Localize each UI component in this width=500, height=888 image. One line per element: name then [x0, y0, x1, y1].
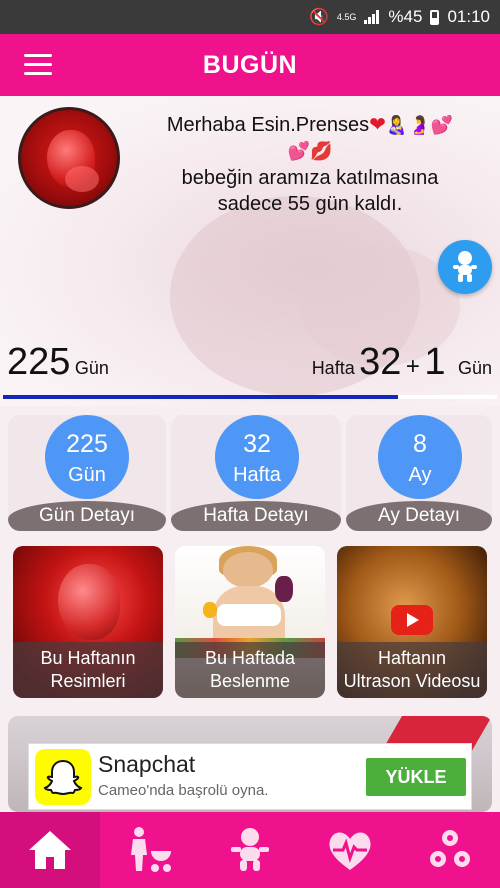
network-type: 4.5G [336, 11, 357, 22]
pepper-picture [203, 602, 217, 618]
settings-icon [430, 830, 470, 867]
day-detail-card[interactable]: 225 Gün Gün Detayı [8, 415, 166, 531]
month-detail-label: Ay Detayı [346, 501, 492, 531]
weeks-count: 32 [359, 341, 402, 383]
week-label: Hafta [311, 358, 355, 378]
home-icon [29, 831, 71, 869]
hero-section: Merhaba Esin.Prenses❤👩‍🍼🤰💕 💕💋 bebeğin ar… [0, 96, 500, 406]
week-unit: Hafta [233, 464, 281, 486]
snapchat-ad[interactable]: Snapchat Cameo'nda başrolü oyna. YÜKLE [28, 743, 472, 810]
greeting-emojis-2: 💕💋 [287, 141, 333, 162]
clock: 01:10 [447, 7, 490, 26]
battery-icon [430, 9, 440, 25]
baby-icon [453, 251, 477, 282]
month-circle: 8 Ay [378, 415, 462, 499]
weekly-nutrition-tile[interactable]: Bu Haftada Beslenme [175, 546, 325, 698]
days-unit: Gün [74, 358, 109, 378]
hamburger-menu-icon[interactable] [24, 54, 52, 76]
days-count: 225 [7, 341, 71, 383]
woman-photo-top [217, 604, 281, 626]
greeting-emojis: 👩‍🍼🤰💕 [385, 115, 454, 136]
countdown-line-2: sadece 55 gün kaldı. [217, 193, 403, 215]
fetus-avatar[interactable] [18, 107, 120, 209]
day-value: 225 [66, 430, 108, 458]
pregnancy-progress-bar [3, 395, 497, 399]
nav-settings[interactable] [400, 812, 500, 888]
baby-icon [231, 828, 269, 871]
week-circle: 32 Hafta [215, 415, 299, 499]
ad-subtitle: Cameo'nda başrolü oyna. [98, 782, 269, 799]
month-unit: Ay [408, 464, 432, 486]
snapchat-logo-icon [35, 749, 91, 805]
tile-caption-line: Resimleri [50, 671, 126, 691]
heart-icon: ❤ [369, 114, 386, 136]
status-bar: 🔇 4.5G %45 01:10 [0, 0, 500, 34]
day-unit: Gün [68, 464, 106, 486]
nav-home[interactable] [0, 812, 100, 888]
month-value: 8 [413, 430, 427, 458]
page-title: BUGÜN [202, 50, 298, 79]
pregnancy-counter: 225 Gün Hafta 32 + 1 Gün [0, 339, 500, 383]
month-detail-card[interactable]: 8 Ay Ay Detayı [346, 415, 492, 531]
mute-icon: 🔇 [308, 9, 329, 26]
bottom-navigation [0, 812, 500, 888]
ad-app-name: Snapchat [98, 751, 196, 777]
tile-caption-line: Bu Haftada [204, 648, 296, 668]
plus-sign: + [405, 353, 420, 380]
heartbeat-icon [329, 832, 371, 870]
weekly-pictures-tile[interactable]: Bu Haftanın Resimleri [13, 546, 163, 698]
countdown-line-1: bebeğin aramıza katılmasına [181, 167, 439, 189]
signal-icon [364, 10, 380, 24]
play-icon [391, 605, 433, 635]
battery-percent: %45 [388, 7, 423, 26]
fetus-image-detail [65, 166, 99, 192]
install-button[interactable]: YÜKLE [366, 758, 466, 796]
mother-stroller-icon [131, 827, 171, 872]
weekly-pictures-caption: Bu Haftanın Resimleri [13, 642, 163, 698]
tile-caption-line: Haftanın [377, 648, 447, 668]
extra-days-count: 1 [424, 341, 446, 383]
woman-photo-face [223, 552, 273, 588]
tile-caption-line: Beslenme [209, 671, 291, 691]
nav-baby[interactable] [200, 812, 300, 888]
week-detail-card[interactable]: 32 Hafta Hafta Detayı [171, 415, 341, 531]
day-detail-label: Gün Detayı [8, 501, 166, 531]
tile-caption-line: Ultrason Videosu [343, 671, 481, 691]
nav-health[interactable] [300, 812, 400, 888]
weekly-nutrition-caption: Bu Haftada Beslenme [175, 642, 325, 698]
extra-days-unit: Gün [457, 358, 492, 378]
tile-caption-line: Bu Haftanın [40, 648, 136, 668]
ghost-icon [43, 759, 83, 796]
day-circle: 225 Gün [45, 415, 129, 499]
ultrasound-video-tile[interactable]: Haftanın Ultrason Videosu [337, 546, 487, 698]
greeting-line: Merhaba Esin.Prenses [166, 114, 370, 136]
progress-fill [3, 395, 399, 399]
app-bar: BUGÜN [0, 34, 500, 96]
nav-mother[interactable] [100, 812, 200, 888]
grapes-picture [275, 576, 293, 602]
baby-button[interactable] [438, 240, 492, 294]
week-detail-label: Hafta Detayı [171, 501, 341, 531]
ultrasound-video-caption: Haftanın Ultrason Videosu [337, 642, 487, 698]
greeting-text: Merhaba Esin.Prenses❤👩‍🍼🤰💕 💕💋 bebeğin ar… [140, 112, 480, 217]
week-value: 32 [243, 430, 271, 458]
fetus-picture [58, 564, 120, 640]
